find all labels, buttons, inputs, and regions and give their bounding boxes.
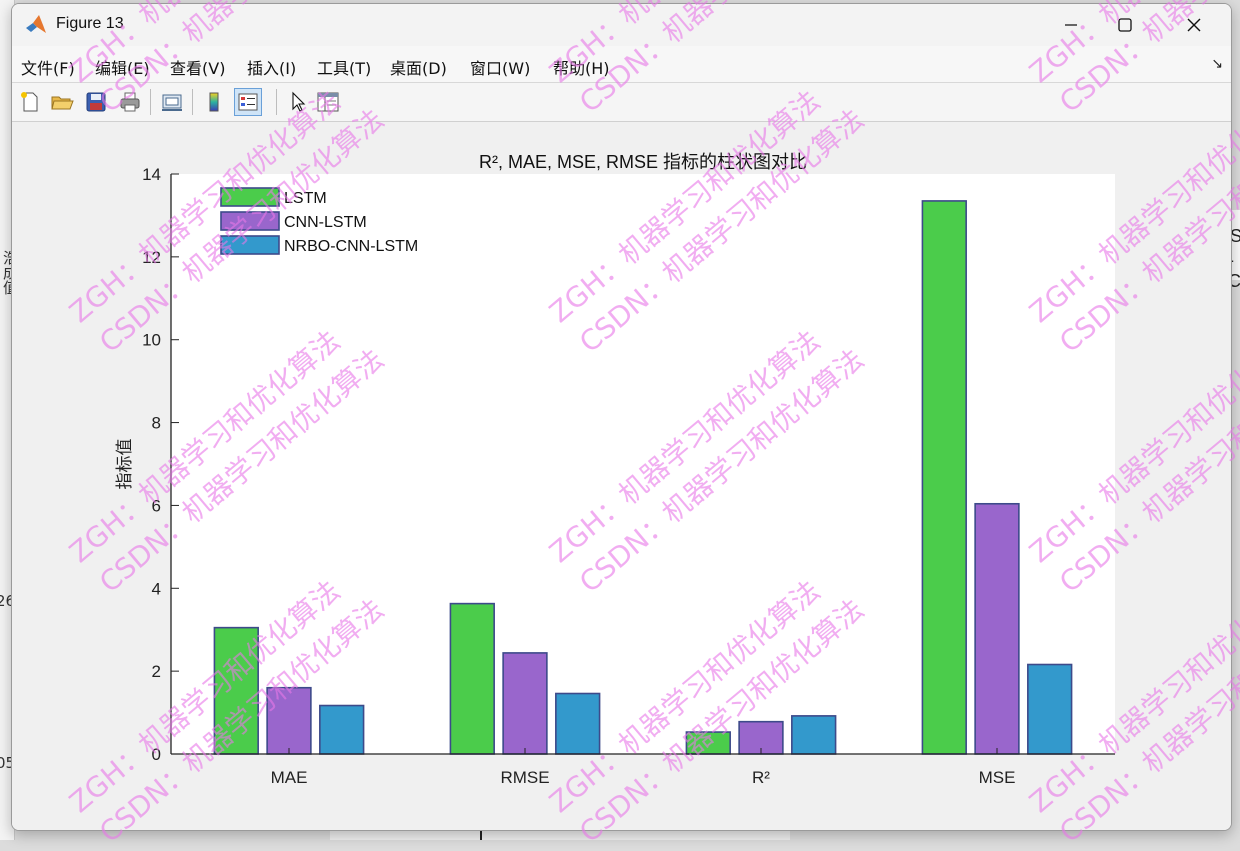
- print-icon: [120, 92, 140, 112]
- y-tick-label: 2: [152, 662, 161, 681]
- dock-arrow-icon[interactable]: ↘: [1211, 56, 1223, 72]
- x-tick-label: MSE: [979, 768, 1016, 787]
- bar-chart[interactable]: R², MAE, MSE, RMSE 指标的柱状图对比 指标值 MAE RMSE R…: [12, 122, 1231, 830]
- x-tick-label: R²: [752, 768, 770, 787]
- figure-toolbar: [12, 83, 1231, 122]
- bar-nrbo-cnn-lstm-mse[interactable]: [1027, 663, 1073, 755]
- legend-button[interactable]: [234, 88, 262, 116]
- bar-lstm-mae[interactable]: [213, 626, 259, 755]
- open-folder-icon: [51, 96, 74, 110]
- property-inspector-icon: [317, 92, 339, 112]
- legend-icon: [238, 93, 258, 111]
- menu-edit[interactable]: 编辑(E): [95, 55, 150, 79]
- property-inspector-button[interactable]: [314, 88, 342, 116]
- bar-cnn-lstm-mse[interactable]: [974, 502, 1020, 755]
- new-figure-button[interactable]: [16, 88, 44, 116]
- y-tick-label: 8: [152, 414, 161, 433]
- bar-lstm-r²[interactable]: [685, 731, 731, 755]
- y-axis-label: 指标值: [115, 439, 134, 490]
- legend-swatch: [220, 235, 280, 255]
- y-tick-label: 6: [152, 496, 161, 515]
- menu-tools[interactable]: 工具(T): [317, 55, 371, 79]
- menu-bar: 文件(F) 编辑(E) 查看(V) 插入(I) 工具(T) 桌面(D) 窗口(W…: [12, 46, 1231, 83]
- x-tick-label: MAE: [271, 768, 308, 787]
- legend-swatch: [220, 211, 280, 231]
- maximize-icon: [1118, 18, 1132, 32]
- close-button[interactable]: [1162, 4, 1226, 46]
- close-icon: [1187, 18, 1201, 32]
- save-button[interactable]: [82, 88, 110, 116]
- y-tick-label: 0: [152, 745, 161, 764]
- y-tick-label: 12: [142, 248, 161, 267]
- legend-label: CNN-LSTM: [284, 214, 367, 231]
- toolbar-separator: [150, 89, 151, 115]
- toolbar-separator: [192, 89, 193, 115]
- menu-view[interactable]: 查看(V): [170, 55, 225, 79]
- minimize-icon: [1065, 24, 1077, 26]
- y-tick-label: 10: [142, 331, 161, 350]
- colorbar-icon: [209, 92, 219, 112]
- menu-file[interactable]: 文件(F): [21, 55, 75, 79]
- menu-help[interactable]: 帮助(H): [553, 55, 610, 79]
- open-button[interactable]: [48, 88, 76, 116]
- figure-window: Figure 13 文件(F) 编辑(E) 查看(V) 插入(I) 工具(T) …: [11, 3, 1232, 831]
- y-tick-label: 14: [142, 165, 161, 184]
- bar-lstm-rmse[interactable]: [449, 602, 495, 755]
- new-figure-icon: [21, 92, 38, 112]
- legend-label: NRBO-CNN-LSTM: [284, 238, 418, 255]
- bar-nrbo-cnn-lstm-r²[interactable]: [791, 715, 837, 755]
- bar-nrbo-cnn-lstm-rmse[interactable]: [555, 692, 601, 755]
- bar-cnn-lstm-rmse[interactable]: [502, 652, 548, 755]
- bar-cnn-lstm-mae[interactable]: [266, 686, 312, 755]
- x-tick-label: RMSE: [500, 768, 549, 787]
- window-title: Figure 13: [56, 15, 124, 32]
- pointer-button[interactable]: [284, 88, 312, 116]
- toolbar-separator: [276, 89, 277, 115]
- title-bar[interactable]: Figure 13: [12, 4, 1231, 46]
- link-plot-button[interactable]: [158, 88, 186, 116]
- link-plot-icon: [162, 94, 182, 111]
- chart-title: R², MAE, MSE, RMSE 指标的柱状图对比: [479, 152, 807, 172]
- matlab-logo-icon: [26, 15, 46, 33]
- pointer-icon: [292, 91, 306, 112]
- legend-label: LSTM: [284, 190, 327, 207]
- axes-background: [171, 174, 1115, 754]
- menu-insert[interactable]: 插入(I): [247, 55, 296, 79]
- menu-window[interactable]: 窗口(W): [470, 55, 530, 79]
- legend-swatch: [220, 187, 280, 207]
- maximize-button[interactable]: [1093, 4, 1157, 46]
- save-icon: [86, 92, 106, 112]
- y-tick-label: 4: [152, 579, 161, 598]
- bar-nrbo-cnn-lstm-mae[interactable]: [319, 704, 365, 755]
- bar-lstm-mse[interactable]: [921, 200, 967, 755]
- print-button[interactable]: [116, 88, 144, 116]
- figure-canvas: R², MAE, MSE, RMSE 指标的柱状图对比 指标值 MAE RMSE R…: [12, 122, 1231, 830]
- menu-desktop[interactable]: 桌面(D): [390, 55, 447, 79]
- colorbar-button[interactable]: [200, 88, 228, 116]
